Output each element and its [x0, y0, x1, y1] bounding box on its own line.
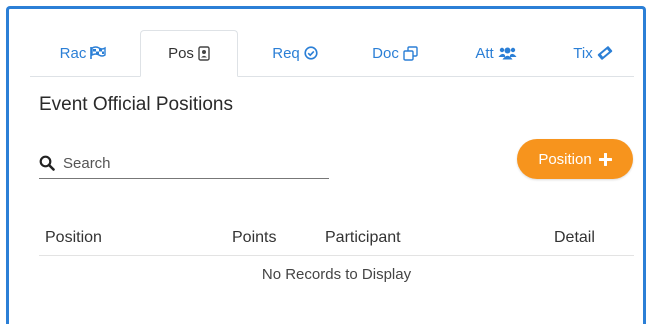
- column-header-participant[interactable]: Participant: [325, 229, 401, 247]
- column-header-position[interactable]: Position: [45, 229, 102, 247]
- tab-rac[interactable]: Rac: [38, 30, 128, 76]
- plus-icon: [598, 152, 612, 166]
- tab-pos[interactable]: Pos: [140, 30, 238, 77]
- search-input[interactable]: [63, 154, 323, 172]
- tab-label: Rac: [59, 44, 87, 62]
- flag-checkered-icon: [90, 46, 107, 60]
- page-title: Event Official Positions: [39, 94, 233, 115]
- tab-label: Tix: [573, 44, 593, 62]
- check-circle-icon: [304, 46, 318, 60]
- users-icon: [498, 46, 517, 60]
- copy-icon: [403, 45, 418, 61]
- column-header-detail[interactable]: Detail: [554, 229, 595, 247]
- ticket-icon: [597, 46, 613, 60]
- search-icon: [39, 155, 55, 171]
- tab-tix[interactable]: Tix: [552, 30, 634, 76]
- tab-req[interactable]: Req: [250, 30, 340, 76]
- tab-label: Pos: [168, 45, 194, 62]
- search-box: [39, 148, 329, 179]
- column-header-points[interactable]: Points: [232, 229, 276, 247]
- tab-doc[interactable]: Doc: [350, 30, 440, 76]
- table-header: Position Points Participant Detail: [39, 223, 634, 256]
- add-position-button[interactable]: Position: [517, 139, 633, 179]
- tab-label: Doc: [372, 44, 399, 62]
- tab-label: Att: [475, 44, 494, 62]
- tab-bar: Rac Pos Req Doc Att Tix: [30, 30, 634, 77]
- empty-table-message: No Records to Display: [261, 266, 412, 283]
- add-position-label: Position: [538, 150, 592, 168]
- tab-att[interactable]: Att: [450, 30, 542, 76]
- tab-label: Req: [272, 44, 300, 62]
- id-badge-icon: [198, 46, 210, 61]
